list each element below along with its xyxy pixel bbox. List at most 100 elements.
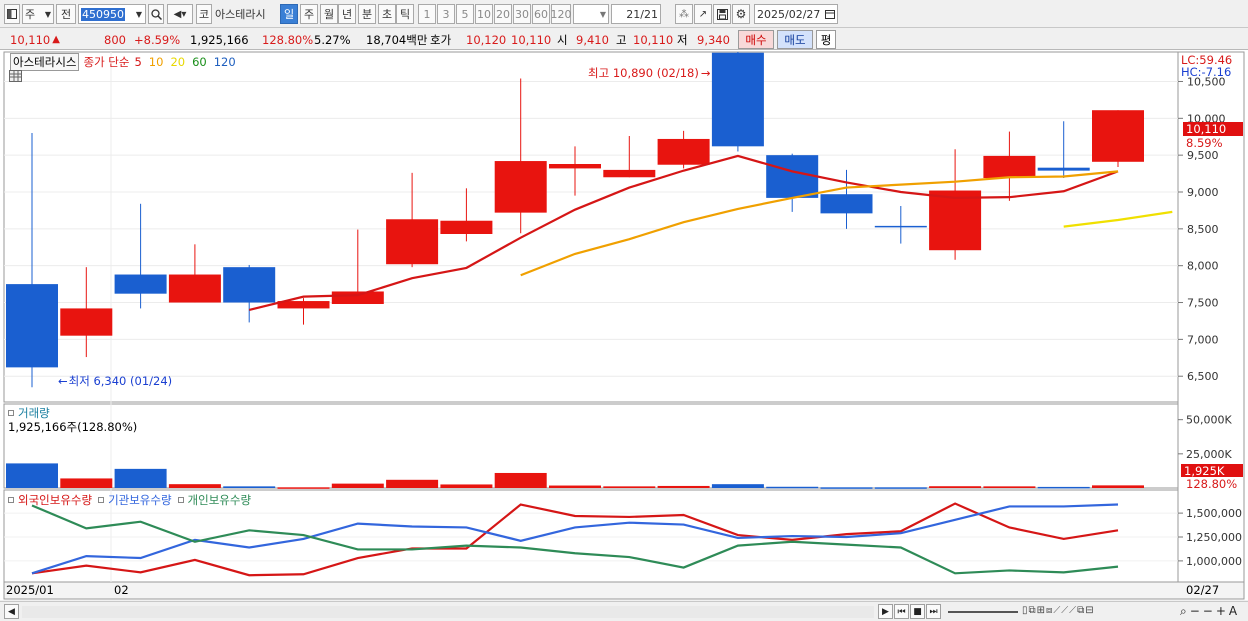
sell-button[interactable]: 매도: [777, 30, 813, 49]
candle-body: [929, 190, 982, 251]
price-tick-label: 9,000: [1187, 186, 1219, 199]
tab-month[interactable]: 월: [320, 4, 338, 24]
magnifier-icon[interactable]: ⌕: [1180, 604, 1190, 618]
buy-button[interactable]: 매수: [738, 30, 774, 49]
low-note-text: 최저 6,340 (01/24): [68, 374, 173, 388]
tab-day[interactable]: 일: [280, 4, 298, 24]
stop-button[interactable]: ■: [910, 604, 925, 619]
scroll-last-button[interactable]: ⏭: [926, 604, 941, 619]
save-button[interactable]: [713, 4, 731, 24]
candle-body: [386, 219, 439, 265]
quote-info-bar: 10,110 ▲ 800 +8.59% 1,925,166 128.80% 5.…: [0, 28, 1248, 50]
window-menu-icon[interactable]: [4, 4, 20, 24]
arrow-left-icon: ←: [58, 374, 68, 388]
candle-body: [114, 274, 167, 294]
high-note-text: 최고 10,890 (02/18): [588, 66, 699, 80]
price-change-pct: +8.59%: [134, 32, 181, 47]
price-change: 800: [104, 32, 126, 47]
candle-body: [440, 220, 493, 234]
chevron-down-icon: ▼: [135, 9, 142, 19]
low-label: 저: [677, 32, 688, 47]
candle-body: [983, 155, 1036, 178]
series-institution: 기관보유수량: [108, 493, 172, 507]
market-toggle[interactable]: 코: [196, 4, 212, 24]
ma-period-60: 60: [192, 55, 207, 69]
series-individual: 개인보유수량: [187, 493, 252, 507]
scroll-right-button[interactable]: ▶: [878, 604, 893, 619]
volume-bar: [440, 484, 493, 488]
search-button[interactable]: [148, 4, 164, 24]
average-button[interactable]: 평: [816, 30, 836, 49]
period-select[interactable]: 주 ▼: [22, 4, 54, 24]
volume-bar: [223, 486, 276, 488]
zoom-out-icon[interactable]: −: [1190, 604, 1203, 618]
tab-tick[interactable]: 틱: [396, 4, 414, 24]
tab-second[interactable]: 초: [378, 4, 396, 24]
chart-tool-icons[interactable]: ▯⧉⊞⧈⟋⟋⟋⧉⊟: [1022, 605, 1095, 616]
tab-year-label: 년: [341, 8, 353, 21]
individual-marker: [177, 497, 184, 503]
volume-bar: [766, 486, 819, 489]
interval-1[interactable]: 1: [418, 4, 436, 24]
tab-minute[interactable]: 분: [358, 4, 376, 24]
chart-area[interactable]: 10,500 10,000 9,500 9,000 8,500 8,000 7,500 7,0…: [0, 50, 1248, 600]
x-axis-frame: [3, 581, 1245, 600]
page-counter[interactable]: 21/21: [611, 4, 661, 24]
volume-bar: [549, 485, 601, 488]
stock-chart-svg[interactable]: 10,50010,0009,5009,0008,5008,0007,5007,0…: [0, 50, 1248, 600]
interval-custom-select[interactable]: ▼: [573, 4, 609, 24]
tab-year[interactable]: 년: [338, 4, 356, 24]
zoom-slider[interactable]: [948, 611, 1018, 613]
date-input[interactable]: 2025/02/27: [754, 4, 838, 24]
volume-current: 1,925,166주(128.80%): [8, 420, 138, 434]
settings-button[interactable]: ⚙: [732, 4, 750, 24]
bottom-scrollbar[interactable]: ◀ ▶ ⏮ ■ ⏭ ▯⧉⊞⧈⟋⟋⟋⧉⊟ ⌕−−+A: [0, 601, 1248, 621]
scroll-track[interactable]: [22, 606, 874, 618]
current-price: 10,110 ▲: [10, 31, 80, 48]
zoom-controls[interactable]: ⌕−−+A: [1180, 604, 1240, 619]
zoom-in-icon[interactable]: +: [1216, 604, 1229, 618]
minus-icon[interactable]: −: [1203, 604, 1216, 618]
volume-bar: [711, 484, 764, 488]
scroll-left-button[interactable]: ◀: [4, 604, 19, 619]
interval-30[interactable]: 30: [513, 4, 531, 24]
interval-60[interactable]: 60: [532, 4, 550, 24]
scroll-first-button[interactable]: ⏮: [894, 604, 909, 619]
tab-week-label: 주: [303, 8, 315, 21]
volume-tick-label: 50,000K: [1186, 414, 1232, 427]
turnover-rate: 5.27%: [314, 32, 351, 47]
stock-tag: 아스테라시스: [10, 53, 80, 71]
interval-3[interactable]: 3: [437, 4, 455, 24]
interval-label: 3: [442, 7, 450, 21]
interval-20[interactable]: 20: [494, 4, 512, 24]
save-icon: [716, 8, 728, 20]
triangle-right-icon: ▶: [882, 606, 889, 617]
interval-120[interactable]: 120: [550, 4, 572, 24]
link-button[interactable]: ⁂: [675, 4, 693, 24]
last-price-tag: 10,110: [1183, 122, 1243, 136]
open-price: 9,410: [576, 32, 609, 47]
price-tick-label: 8,000: [1187, 260, 1219, 273]
stock-name-text: 아스테라시: [215, 8, 266, 21]
stock-code-value: 450950: [81, 7, 125, 21]
interval-label: 120: [550, 7, 572, 21]
interval-label: 60: [534, 7, 548, 21]
candle-body: [549, 164, 601, 169]
interval-10[interactable]: 10: [475, 4, 493, 24]
table-toggle-icon[interactable]: [9, 70, 22, 82]
tab-week[interactable]: 주: [300, 4, 318, 24]
interval-label: 1: [423, 7, 431, 21]
last-pct-tag: 8.59%: [1186, 136, 1223, 150]
interval-5[interactable]: 5: [456, 4, 474, 24]
font-size-icon[interactable]: A: [1229, 604, 1240, 618]
draw-button[interactable]: ↗: [694, 4, 712, 24]
foreign-marker: [8, 497, 14, 503]
volume-bar: [114, 468, 167, 488]
prev-button[interactable]: 전: [56, 4, 76, 24]
trade-amount: 18,704백만: [366, 32, 428, 47]
candle-body: [6, 284, 58, 368]
interval-label: 20: [496, 7, 510, 21]
volume-bar: [929, 486, 982, 488]
stock-code-input[interactable]: 450950 ▼: [78, 4, 146, 24]
speaker-button[interactable]: ◀▾: [167, 4, 193, 24]
